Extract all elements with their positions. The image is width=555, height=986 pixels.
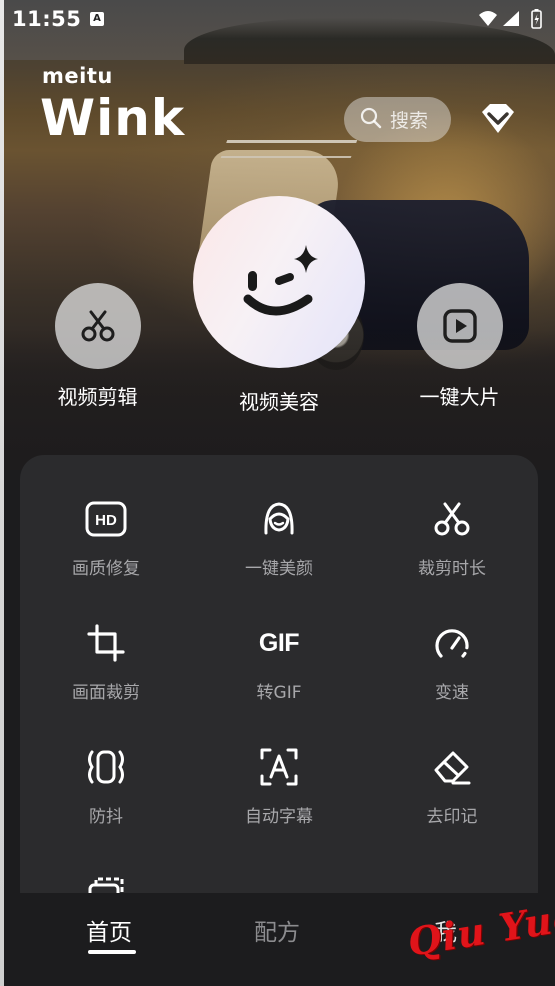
feature-one-key-circle[interactable]	[416, 283, 503, 369]
hero-car-rack	[220, 140, 358, 158]
scissors-icon	[430, 497, 474, 541]
wink-face-icon	[243, 245, 318, 316]
status-time: 11:55	[12, 7, 82, 31]
tool-auto-caption[interactable]: 自动字幕	[193, 745, 365, 827]
wifi-icon	[479, 11, 497, 26]
gif-icon-text: GIF	[258, 628, 300, 657]
tool-remove-watermark[interactable]: 去印记	[366, 745, 538, 827]
diamond-icon	[482, 104, 514, 133]
feature-video-beauty-label: 视频美容	[239, 390, 319, 414]
scissors-icon	[81, 310, 114, 342]
tool-to-gif[interactable]: GIF 转GIF	[193, 621, 365, 704]
hd-icon: HD	[84, 497, 128, 541]
battery-icon	[531, 9, 542, 29]
search-icon	[360, 107, 382, 133]
vip-diamond-button[interactable]	[478, 102, 518, 136]
tool-crop-frame-label: 画面裁剪	[72, 683, 140, 703]
cellular-signal-icon	[503, 11, 519, 26]
speed-gauge-icon	[430, 621, 474, 665]
feature-video-beauty-circle[interactable]	[193, 196, 365, 368]
tab-home[interactable]: 首页	[86, 913, 132, 947]
feature-video-beauty[interactable]: 视频美容	[193, 196, 365, 415]
search-bar[interactable]: 搜索	[344, 97, 451, 142]
tool-quality-repair-label: 画质修复	[72, 559, 140, 579]
feature-video-edit[interactable]: 视频剪辑	[40, 283, 155, 410]
feature-one-key-label: 一键大片	[419, 385, 500, 409]
tab-home-indicator	[88, 950, 136, 954]
tool-trim-duration-label: 裁剪时长	[418, 559, 486, 579]
svg-text:HD: HD	[95, 512, 117, 529]
auto-caption-icon	[257, 745, 301, 789]
tool-speed[interactable]: 变速	[366, 621, 538, 703]
crop-icon	[84, 621, 128, 665]
play-icon	[442, 309, 477, 343]
notification-icon: A	[90, 12, 104, 26]
tab-recipe[interactable]: 配方	[254, 913, 300, 947]
tool-to-gif-label: 转GIF	[256, 683, 302, 703]
brand-meitu-label: meitu	[42, 64, 113, 88]
face-beauty-icon	[257, 497, 301, 541]
tool-stabilize-label: 防抖	[89, 807, 123, 827]
brand-wink-logo: Wink	[40, 89, 186, 147]
system-icons	[477, 8, 547, 34]
tool-one-key-beauty-label: 一键美颜	[245, 559, 313, 579]
tool-trim-duration[interactable]: 裁剪时长	[366, 497, 538, 579]
status-bar: 11:55 A	[4, 0, 555, 40]
tool-remove-watermark-label: 去印记	[426, 807, 478, 827]
tool-crop-frame[interactable]: 画面裁剪	[20, 621, 192, 703]
gif-icon: GIF	[257, 621, 301, 665]
feature-one-key[interactable]: 一键大片	[402, 283, 517, 410]
tool-quality-repair[interactable]: HD 画质修复	[20, 497, 192, 579]
eraser-icon	[430, 745, 474, 789]
stabilize-icon	[84, 745, 128, 789]
tool-auto-caption-label: 自动字幕	[245, 807, 313, 827]
search-placeholder: 搜索	[390, 110, 429, 132]
feature-video-edit-circle[interactable]	[54, 283, 141, 369]
tool-stabilize[interactable]: 防抖	[20, 745, 192, 827]
tool-one-key-beauty[interactable]: 一键美颜	[193, 497, 365, 579]
tool-speed-label: 变速	[435, 683, 469, 703]
tools-panel: HD 画质修复 一键美颜 裁剪时长 画面裁剪 GIF 转GIF 变速 防抖 自动…	[20, 455, 538, 915]
app-screen: 11:55 A meitu Wink 搜索 视频剪辑 视频美容 一键大片 HD …	[0, 0, 555, 986]
feature-video-edit-label: 视频剪辑	[57, 385, 138, 409]
